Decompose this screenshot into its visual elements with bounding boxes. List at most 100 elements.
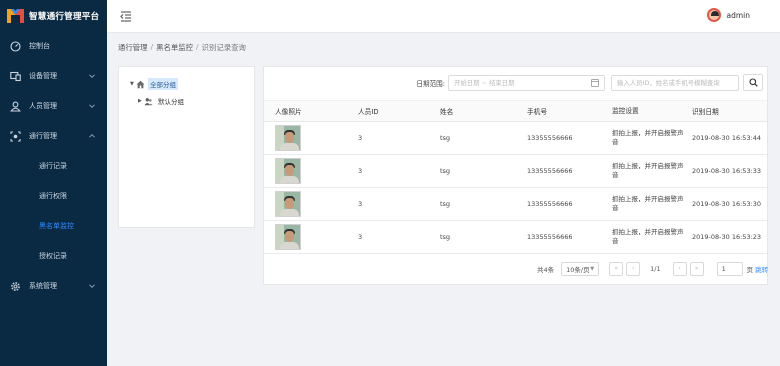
cell-id: 3 (348, 187, 432, 221)
cell-name: tsg (432, 187, 515, 221)
menu-collapse-icon[interactable] (120, 10, 132, 22)
top-bar: admin (107, 0, 780, 33)
column-header-name: 姓名 (432, 100, 515, 122)
next-page-button[interactable]: › (672, 261, 687, 276)
nav-access-management[interactable]: 通行管理 (0, 121, 107, 151)
dashboard-icon (9, 40, 21, 52)
face-photo[interactable] (275, 125, 301, 151)
table-row[interactable]: 3 tsg 13355556666 抓拍上报，并开启报警声音 2019-08-3… (264, 154, 767, 188)
cell-id: 3 (348, 121, 432, 155)
cell-phone: 13355556666 (515, 154, 601, 188)
nav-dashboard[interactable]: 控制台 (0, 31, 107, 61)
breadcrumb-item[interactable]: 通行管理 (118, 42, 148, 53)
user-menu[interactable]: admin (706, 8, 751, 22)
cell-setting: 抓拍上报，并开启报警声音 (601, 154, 684, 188)
chevron-down-icon (88, 72, 96, 80)
chevron-up-icon (88, 132, 96, 140)
filter-bar: 日期范围: 开始日期 ~ 结束日期 输入人员ID，姓名或手机号模糊查询 (416, 74, 767, 91)
cell-id: 3 (348, 220, 432, 254)
column-header-photo: 人像照片 (264, 100, 348, 122)
table-row[interactable]: 3 tsg 13355556666 抓拍上报，并开启报警声音 2019-08-3… (264, 220, 767, 254)
last-page-icon: » (694, 265, 699, 272)
total-count: 共4条 (537, 265, 555, 274)
chevron-down-icon (88, 102, 96, 110)
cell-phone: 13355556666 (515, 220, 601, 254)
cell-date: 2019-08-30 16:53:44 (684, 121, 767, 155)
calendar-icon (591, 78, 599, 87)
breadcrumb: 通行管理 / 黑名单监控 / 识别记录查询 (118, 42, 246, 53)
cell-phone: 13355556666 (515, 187, 601, 221)
cell-date: 2019-08-30 16:53:30 (684, 187, 767, 221)
nav-label-dashboard: 控制台 (29, 42, 50, 50)
avatar (706, 8, 721, 22)
cell-date: 2019-08-30 16:53:33 (684, 154, 767, 188)
gear-icon (9, 280, 21, 292)
column-header-id: 人员ID (348, 100, 432, 122)
nav-label-person: 人员管理 (29, 102, 57, 110)
username: admin (726, 10, 751, 20)
face-photo[interactable] (275, 224, 301, 250)
cell-name: tsg (432, 121, 515, 155)
table-header-row: 人像照片 人员ID 姓名 手机号 监控设置 识别日期 (264, 100, 767, 122)
nav-label-device: 设备管理 (29, 72, 57, 80)
breadcrumb-item[interactable]: 黑名单监控 (156, 42, 193, 53)
device-icon (9, 70, 21, 82)
date-range-picker[interactable]: 开始日期 ~ 结束日期 (448, 74, 605, 91)
nav-label-system: 系统管理 (29, 282, 57, 290)
sub-nav-authorization-records[interactable]: 授权记录 (0, 241, 107, 271)
search-button[interactable] (743, 74, 763, 91)
search-placeholder: 输入人员ID，姓名或手机号模糊查询 (617, 79, 720, 87)
sub-nav-blacklist-monitor[interactable]: 黑名单监控 (0, 211, 107, 241)
tree-label: 默认分组 (158, 98, 184, 106)
tree-label: 全部分组 (148, 78, 178, 90)
column-header-date: 识别日期 (684, 100, 767, 122)
cell-setting: 抓拍上报，并开启报警声音 (601, 187, 684, 221)
prev-page-icon: ‹ (631, 265, 635, 272)
search-icon (748, 78, 758, 87)
cell-setting: 抓拍上报，并开启报警声音 (601, 121, 684, 155)
page-unit-label: 页 (746, 265, 754, 274)
jump-page-input[interactable]: 1 (716, 261, 743, 276)
access-icon (9, 130, 21, 142)
sub-nav-access-permissions[interactable]: 通行权限 (0, 181, 107, 211)
last-page-button[interactable]: » (689, 261, 704, 276)
table-row[interactable]: 3 tsg 13355556666 抓拍上报，并开启报警声音 2019-08-3… (264, 121, 767, 155)
cell-name: tsg (432, 154, 515, 188)
jump-page-value: 1 (721, 264, 726, 273)
prev-page-button[interactable]: ‹ (626, 261, 641, 276)
first-page-button[interactable]: « (609, 261, 624, 276)
logo-icon (7, 8, 24, 23)
face-photo[interactable] (275, 191, 301, 217)
chevron-down-icon (88, 282, 96, 290)
cell-id: 3 (348, 154, 432, 188)
search-input[interactable]: 输入人员ID，姓名或手机号模糊查询 (611, 74, 739, 91)
jump-button[interactable]: 跳转 (755, 264, 768, 274)
date-range-label: 日期范围: (416, 79, 445, 88)
cell-setting: 抓拍上报，并开启报警声音 (601, 220, 684, 254)
column-header-setting: 监控设置 (601, 100, 684, 122)
page-size-select[interactable]: 10条/页 ▼ (561, 261, 600, 276)
nav-device-management[interactable]: 设备管理 (0, 61, 107, 91)
face-photo[interactable] (275, 158, 301, 184)
nav-person-management[interactable]: 人员管理 (0, 91, 107, 121)
column-header-phone: 手机号 (515, 100, 601, 122)
pagination: 共4条 10条/页 ▼ « ‹ 1/1 › » 1 页 跳转 (537, 261, 768, 276)
home-icon (136, 80, 145, 89)
page-size-value: 10条/页 (566, 265, 590, 274)
app-title: 智慧通行管理平台 (29, 11, 100, 22)
tree-node-all-groups[interactable]: ▼ 全部分组 (130, 78, 178, 90)
tree-node-default-group[interactable]: ▶ 默认分组 (138, 95, 186, 107)
cell-date: 2019-08-30 16:53:23 (684, 220, 767, 254)
records-table: 人像照片 人员ID 姓名 手机号 监控设置 识别日期 3 tsg 1335555… (264, 100, 767, 254)
sidebar: 智慧通行管理平台 控制台 设备管理 人员管理 通行管理 通行记录 通行权限 黑名… (0, 0, 107, 366)
breadcrumb-current: 识别记录查询 (201, 43, 246, 52)
page-indicator: 1/1 (650, 264, 661, 273)
nav-system-management[interactable]: 系统管理 (0, 271, 107, 301)
records-panel: 日期范围: 开始日期 ~ 结束日期 输入人员ID，姓名或手机号模糊查询 人像照片… (263, 66, 768, 285)
group-icon (144, 97, 153, 106)
sub-nav-access-records[interactable]: 通行记录 (0, 151, 107, 181)
table-row[interactable]: 3 tsg 13355556666 抓拍上报，并开启报警声音 2019-08-3… (264, 187, 767, 221)
caret-down-icon: ▼ (590, 265, 595, 272)
first-page-icon: « (614, 265, 618, 272)
logo: 智慧通行管理平台 (0, 0, 107, 31)
